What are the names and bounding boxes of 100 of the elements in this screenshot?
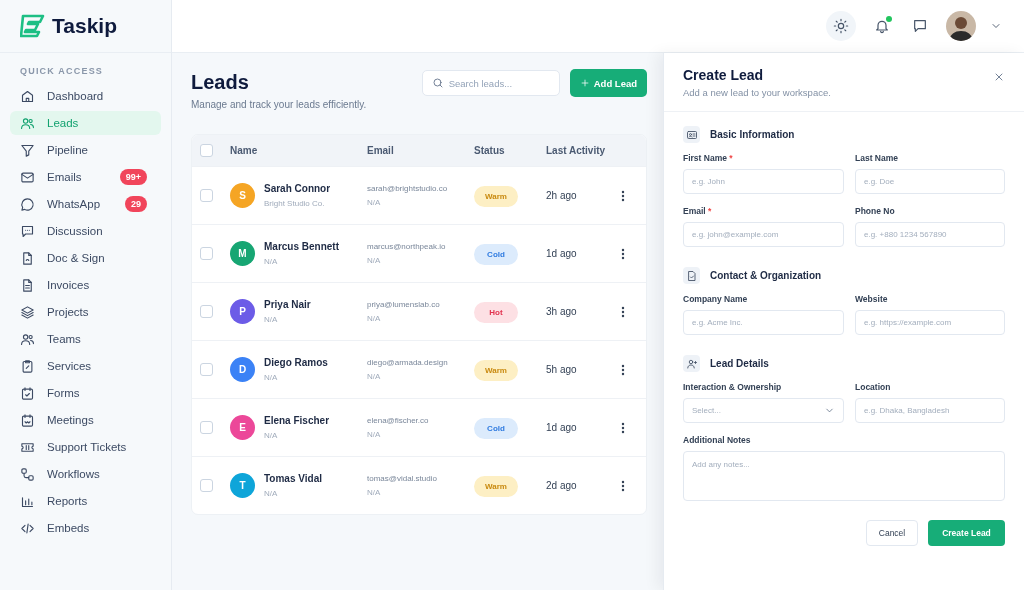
- sidebar-item[interactable]: Doc & Sign: [10, 246, 161, 270]
- sidebar-item[interactable]: Discussion: [10, 219, 161, 243]
- input-field[interactable]: e.g. https://example.com: [855, 310, 1005, 335]
- panel-subtitle: Add a new lead to your workspace.: [683, 87, 832, 98]
- company-name: N/A: [264, 257, 279, 266]
- column-header: Email: [367, 145, 395, 156]
- company-name: N/A: [264, 431, 279, 440]
- checkbox[interactable]: [200, 363, 213, 376]
- lead-name: Marcus Bennett: [264, 241, 339, 252]
- table-cell-text: 1d ago: [546, 248, 578, 259]
- sidebar-item[interactable]: Embeds: [10, 516, 161, 540]
- document-icon: [20, 277, 35, 293]
- document-icon: [20, 250, 35, 266]
- table-cell-text: 1d ago: [546, 422, 578, 433]
- email-text: priya@lumenslab.co: [367, 300, 441, 309]
- checkbox[interactable]: [200, 144, 213, 157]
- field-label: Email: [683, 206, 706, 216]
- sidebar-item[interactable]: Forms: [10, 381, 161, 405]
- plus-icon: [579, 78, 590, 88]
- required-mark: *: [729, 153, 733, 163]
- input-field[interactable]: e.g. john@example.com: [683, 222, 844, 247]
- sidebar-item[interactable]: Emails 99+: [10, 165, 161, 189]
- page-title: Leads: [191, 71, 250, 94]
- sidebar-item[interactable]: Services: [10, 354, 161, 378]
- user-avatar[interactable]: [946, 11, 976, 41]
- id-card-icon: [685, 128, 698, 141]
- email-text: marcus@northpeak.io: [367, 242, 447, 251]
- avatar: T: [230, 473, 255, 498]
- email-text: diego@armada.design: [367, 358, 449, 367]
- avatar: S: [230, 183, 255, 208]
- input-field[interactable]: e.g. Acme Inc.: [683, 310, 844, 335]
- chat-icon: [912, 18, 928, 34]
- table-cell-text: N/A: [367, 430, 382, 439]
- close-icon: [993, 71, 1005, 83]
- lead-name: Priya Nair: [264, 299, 311, 310]
- cancel-button[interactable]: Cancel: [866, 520, 918, 546]
- company-name: N/A: [264, 315, 279, 324]
- sidebar-item[interactable]: Dashboard: [10, 84, 161, 108]
- table-cell-text: N/A: [367, 198, 382, 207]
- status-tag: Cold: [474, 417, 518, 439]
- sidebar-item[interactable]: WhatsApp 29: [10, 192, 161, 216]
- input-field[interactable]: e.g. Doe: [855, 169, 1005, 194]
- bell-icon: [874, 18, 890, 34]
- notes-field[interactable]: Add any notes...: [683, 451, 1005, 501]
- checkbox[interactable]: [200, 189, 213, 202]
- field-label: Additional Notes: [683, 435, 751, 445]
- table-cell-text: N/A: [367, 256, 382, 265]
- table-cell-text: 2d ago: [546, 480, 578, 491]
- people-icon: [20, 115, 35, 131]
- checkbox[interactable]: [200, 421, 213, 434]
- sidebar-item[interactable]: Workflows: [10, 462, 161, 486]
- avatar: P: [230, 299, 255, 324]
- document-icon: [685, 269, 698, 282]
- column-header: Name: [230, 145, 259, 156]
- layers-icon: [20, 304, 35, 320]
- search-field[interactable]: Search leads...: [421, 70, 560, 96]
- lead-name: Diego Ramos: [264, 357, 328, 368]
- table-cell-text: N/A: [367, 372, 382, 381]
- field-label: Phone No: [855, 206, 895, 216]
- field-label: Last Name: [855, 153, 898, 163]
- table-cell-text: 3h ago: [546, 306, 578, 317]
- table-cell-text: N/A: [367, 314, 382, 323]
- sidebar-item[interactable]: Support Tickets: [10, 435, 161, 459]
- sidebar-item[interactable]: Pipeline: [10, 138, 161, 162]
- input-field[interactable]: e.g. +880 1234 567890: [855, 222, 1005, 247]
- sidebar-item[interactable]: Invoices: [10, 273, 161, 297]
- logo-icon: [20, 14, 46, 38]
- sidebar-item[interactable]: Reports: [10, 489, 161, 513]
- sidebar-item[interactable]: Teams: [10, 327, 161, 351]
- status-tag: Warm: [474, 359, 518, 381]
- checkbox[interactable]: [200, 247, 213, 260]
- avatar: E: [230, 415, 255, 440]
- count-badge: 99+: [119, 169, 147, 185]
- field-label: Website: [855, 294, 888, 304]
- status-tag: Warm: [474, 185, 518, 207]
- sun-icon: [833, 18, 849, 34]
- section-title: Contact & Organization: [710, 270, 822, 281]
- theme-toggle[interactable]: [826, 11, 856, 41]
- email-text: tomas@vidal.studio: [367, 474, 438, 483]
- envelope-icon: [20, 169, 35, 185]
- sidebar-item[interactable]: Projects: [10, 300, 161, 324]
- checkbox[interactable]: [200, 479, 213, 492]
- field-label: Company Name: [683, 294, 748, 304]
- table-cell-text: 5h ago: [546, 364, 578, 375]
- lead-name: Tomas Vidal: [264, 473, 322, 484]
- input-field[interactable]: e.g. John: [683, 169, 844, 194]
- sidebar-item[interactable]: Meetings: [10, 408, 161, 432]
- speech-bubble-icon: [20, 196, 35, 212]
- company-name: N/A: [264, 373, 279, 382]
- close-button[interactable]: [993, 71, 1005, 83]
- section-title: Lead Details: [710, 358, 769, 369]
- table-cell-text: N/A: [367, 488, 382, 497]
- status-tag: Warm: [474, 475, 518, 497]
- avatar: D: [230, 357, 255, 382]
- person-icon: [685, 357, 698, 370]
- email-text: elena@fischer.co: [367, 416, 430, 425]
- calendar-icon: [20, 412, 35, 428]
- checkbox[interactable]: [200, 305, 213, 318]
- input-field[interactable]: e.g. Dhaka, Bangladesh: [855, 398, 1005, 423]
- table-cell-text: 2h ago: [546, 190, 578, 201]
